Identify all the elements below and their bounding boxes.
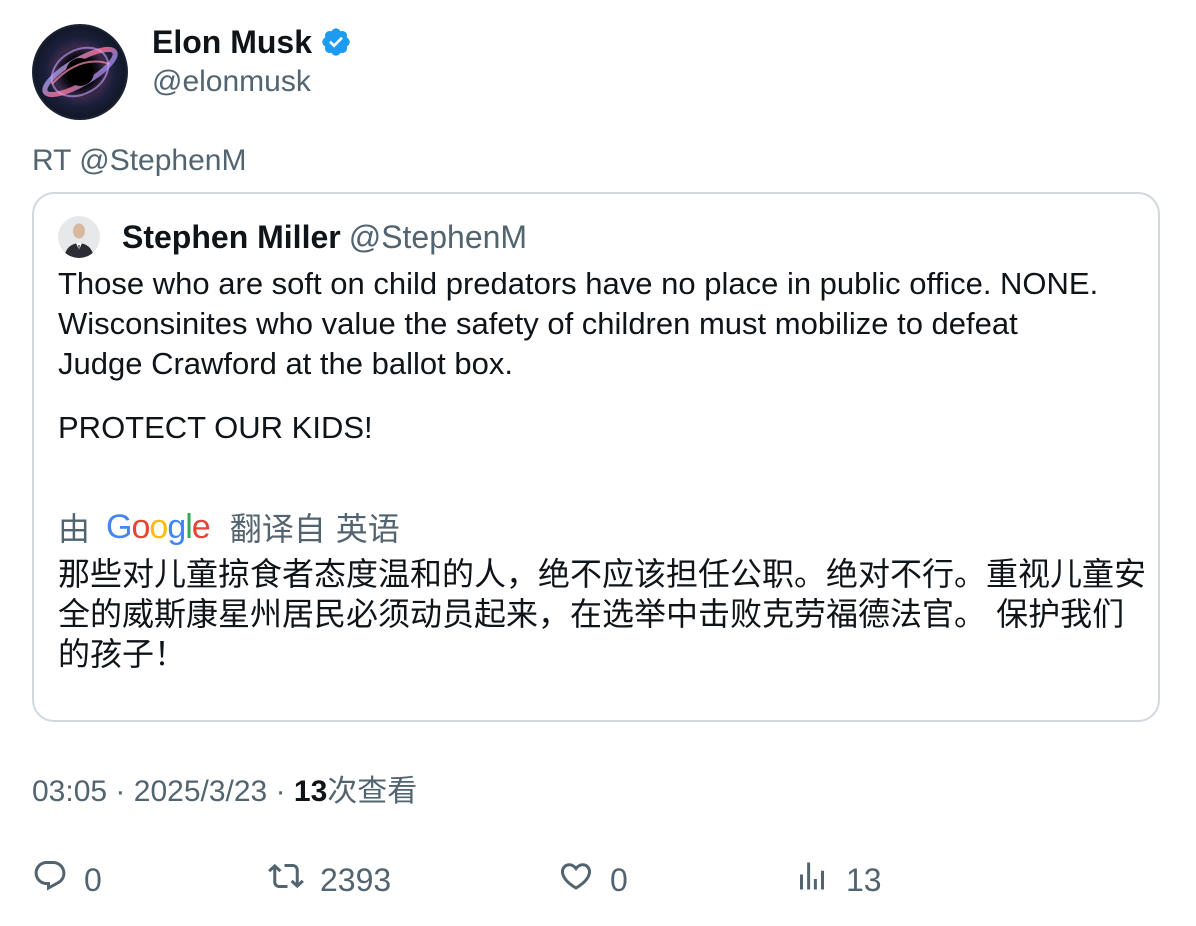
- quoted-author-avatar[interactable]: [58, 216, 100, 258]
- author-handle[interactable]: @elonmusk: [152, 62, 352, 102]
- views-bar-chart-icon: [794, 858, 830, 902]
- quoted-author-handle[interactable]: @StephenM: [349, 219, 527, 256]
- views-count: 13: [293, 775, 328, 808]
- tweet-time[interactable]: 03:05: [32, 775, 107, 808]
- meta-separator: ·: [275, 775, 286, 808]
- translation-attribution: 由 Google 翻译自 英语: [58, 506, 400, 548]
- like-button[interactable]: 0: [558, 858, 628, 902]
- tweet-meta: 03:05 · 2025/3/23 · 13次查看: [32, 772, 417, 812]
- quoted-text-emphasis: PROTECT OUR KIDS!: [58, 410, 373, 445]
- translated-from-label: 翻译自: [229, 511, 326, 547]
- verified-badge-icon: [320, 26, 352, 58]
- views-button[interactable]: 13: [794, 858, 882, 902]
- quoted-text-line: Wisconsinites who value the safety of ch…: [58, 306, 1018, 341]
- reply-count: 0: [84, 861, 102, 898]
- heart-icon: [558, 858, 594, 902]
- translation-by-label: 由: [58, 511, 91, 547]
- repost-button[interactable]: 2393: [268, 858, 391, 902]
- tweet-header: Elon Musk @elonmusk: [32, 24, 352, 120]
- meta-separator: ·: [115, 775, 126, 808]
- tweet-date[interactable]: 2025/3/23: [134, 775, 267, 808]
- views-count-action: 13: [846, 861, 882, 898]
- quoted-text-line: Those who are soft on child predators ha…: [58, 266, 1099, 301]
- quoted-text-line: Judge Crawford at the ballot box.: [58, 346, 513, 381]
- quoted-tweet-text: Those who are soft on child predators ha…: [58, 264, 1148, 448]
- translated-text: 那些对儿童掠食者态度温和的人，绝不应该担任公职。绝对不行。重视儿童安全的威斯康星…: [58, 555, 1147, 673]
- author-avatar[interactable]: [32, 24, 128, 120]
- views-label: 次查看: [327, 775, 418, 808]
- like-count: 0: [610, 861, 628, 898]
- quoted-tweet[interactable]: Stephen Miller @StephenM Those who are s…: [32, 192, 1160, 722]
- source-language: 英语: [335, 511, 400, 547]
- google-logo: Google: [106, 507, 211, 546]
- retweet-label: RT @StephenM: [32, 144, 247, 177]
- repost-count: 2393: [320, 861, 392, 898]
- repost-icon: [268, 858, 304, 902]
- reply-button[interactable]: 0: [32, 858, 102, 902]
- reply-icon: [32, 858, 68, 902]
- quoted-author-name[interactable]: Stephen Miller: [122, 219, 341, 256]
- author-name[interactable]: Elon Musk: [152, 24, 312, 60]
- action-bar: 0 2393 0 13: [32, 858, 1152, 902]
